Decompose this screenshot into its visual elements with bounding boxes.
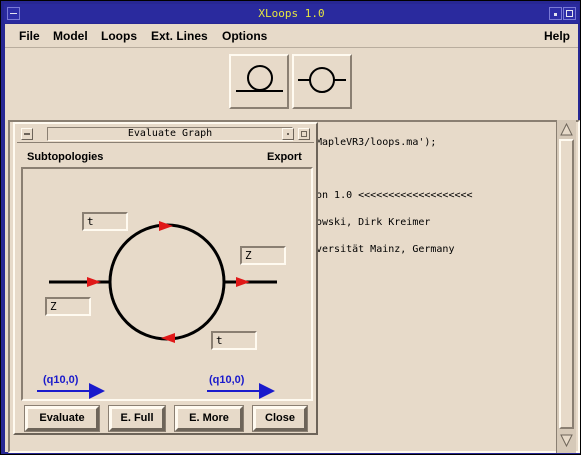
- momentum-label-left: (q10,0): [43, 374, 79, 386]
- close-button[interactable]: Close: [252, 405, 308, 432]
- evaluate-button[interactable]: Evaluate: [24, 405, 100, 432]
- tadpole-topology-button[interactable]: [229, 54, 289, 109]
- output-line: on 1.0 <<<<<<<<<<<<<<<<<<<: [316, 190, 473, 201]
- mass-field-bottom[interactable]: t: [211, 331, 257, 350]
- dialog-menu-button[interactable]: [21, 128, 33, 140]
- dialog-title: Evaluate Graph: [47, 127, 293, 141]
- arrow-bottom-propagator: [161, 333, 175, 343]
- dialog-minimize-button[interactable]: [282, 128, 294, 140]
- arrow-left-external: [87, 277, 101, 287]
- output-line: owski, Dirk Kreimer: [316, 217, 431, 228]
- dialog-menubar: Subtopologies Export: [19, 146, 312, 166]
- dialog-maximize-button[interactable]: [298, 128, 310, 140]
- tadpole-topology-icon: [236, 65, 283, 92]
- arrow-top-propagator: [159, 221, 173, 231]
- title-bar[interactable]: XLoops 1.0: [4, 4, 579, 23]
- scrollbar-thumb[interactable]: [559, 139, 574, 429]
- scroll-up-icon[interactable]: [560, 123, 573, 136]
- main-window: XLoops 1.0 File Model Loops Ext. Lines O…: [0, 0, 581, 455]
- e-more-button[interactable]: E. More: [174, 405, 244, 432]
- two-point-topology-button[interactable]: [292, 54, 352, 109]
- menubar: File Model Loops Ext. Lines Options Help: [5, 24, 578, 48]
- menu-options[interactable]: Options: [222, 29, 267, 43]
- output-line: versität Mainz, Germany: [316, 244, 455, 255]
- scroll-down-icon[interactable]: [560, 434, 573, 447]
- minimize-button[interactable]: [549, 7, 562, 20]
- menu-export[interactable]: Export: [267, 151, 302, 163]
- dialog-title-bar[interactable]: Evaluate Graph: [17, 126, 314, 143]
- loop-circle: [108, 223, 226, 341]
- mass-field-top[interactable]: t: [82, 212, 128, 231]
- graph-canvas: t Z Z t (q10,0) (q10,0): [21, 167, 313, 401]
- arrow-right-external: [236, 277, 250, 287]
- output-line: MapleVR3/loops.ma');: [316, 137, 437, 148]
- mass-field-left[interactable]: Z: [45, 297, 91, 316]
- evaluate-graph-dialog: Evaluate Graph Subtopologies Export t Z …: [13, 122, 318, 435]
- e-full-button[interactable]: E. Full: [108, 405, 166, 432]
- vertical-scrollbar[interactable]: [556, 120, 576, 453]
- mass-field-right[interactable]: Z: [240, 246, 286, 265]
- feynman-graph: [37, 221, 277, 399]
- two-point-topology-icon: [298, 67, 346, 93]
- momentum-label-right: (q10,0): [209, 374, 245, 386]
- window-title: XLoops 1.0: [258, 7, 325, 20]
- dialog-button-row: Evaluate E. Full E. More Close: [19, 404, 312, 433]
- menu-file[interactable]: File: [19, 29, 40, 43]
- menu-subtopologies[interactable]: Subtopologies: [27, 151, 103, 163]
- menu-model[interactable]: Model: [53, 29, 88, 43]
- maximize-button[interactable]: [563, 7, 576, 20]
- menu-loops[interactable]: Loops: [101, 29, 137, 43]
- menu-ext-lines[interactable]: Ext. Lines: [151, 29, 208, 43]
- menu-help[interactable]: Help: [544, 29, 570, 43]
